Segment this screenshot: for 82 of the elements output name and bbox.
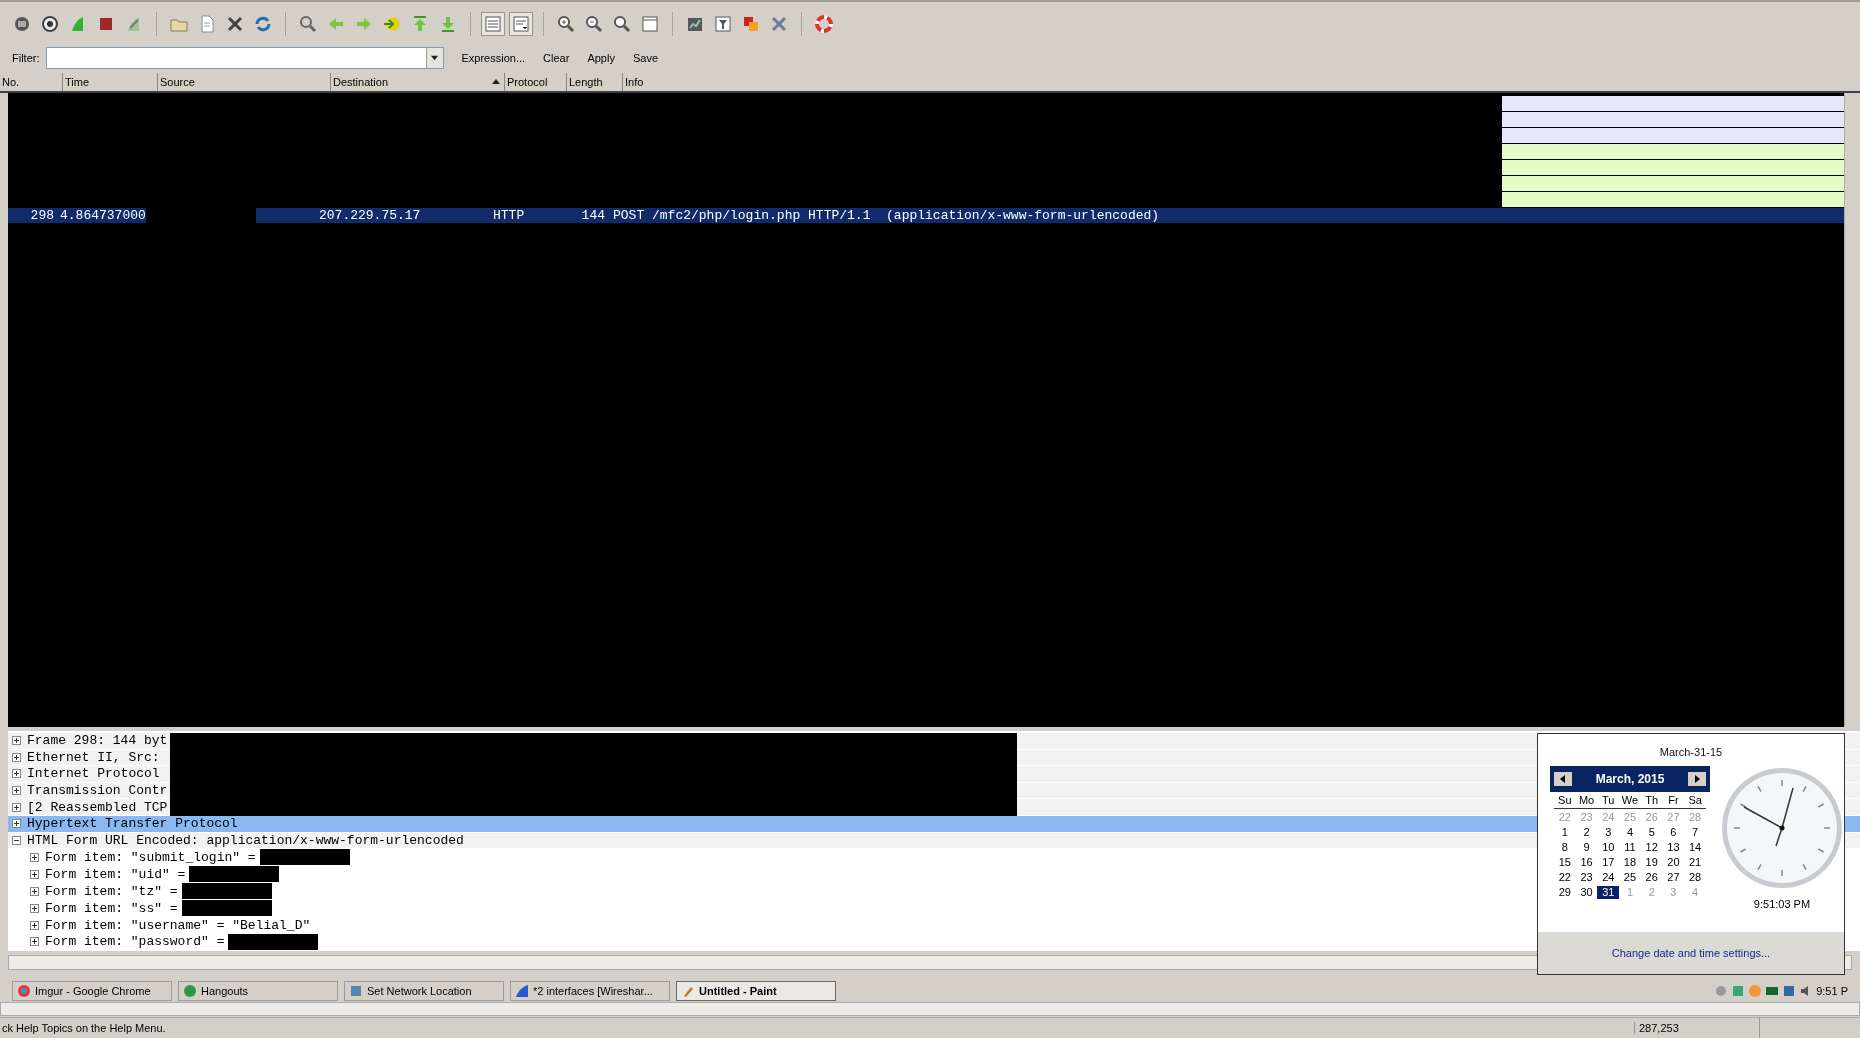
filter-button[interactable]: Apply (587, 52, 615, 65)
weekday-label: Su (1554, 794, 1576, 809)
window-icon[interactable] (640, 13, 660, 34)
calendar-day[interactable]: 29 (1554, 886, 1576, 899)
taskbar-button[interactable]: Hangouts (178, 980, 338, 1001)
expand-toggle-icon[interactable] (12, 736, 21, 746)
tray-icon[interactable] (1782, 983, 1797, 998)
expand-toggle-icon[interactable] (30, 886, 39, 896)
cursor-coordinates: 287,253 (1634, 1022, 1759, 1035)
calendar-day[interactable]: 20 (1662, 856, 1685, 869)
dropdown-arrow-icon[interactable] (430, 54, 439, 63)
column-header[interactable]: Source (157, 73, 330, 91)
taskbar-button[interactable]: Imgur - Google Chrome (12, 980, 172, 1001)
column-header[interactable]: Destination (330, 73, 504, 91)
column-header[interactable]: Protocol (504, 73, 566, 91)
circle-icon (17, 983, 31, 998)
scrollbar[interactable] (0, 1002, 1860, 1017)
weekday-label: Sa (1684, 794, 1706, 809)
calendar-day[interactable]: 17 (1597, 856, 1620, 869)
expand-toggle-icon[interactable] (30, 852, 39, 862)
packet-row[interactable]: 298 4.864737000 207.229.75.17 HTTP 144 POST /mfc2/php/login.php HTTP/1.1 (application/x-www-form-urlencoded) (8, 207, 1844, 223)
text-lines-icon[interactable] (483, 13, 503, 34)
column-header[interactable]: Length (566, 73, 622, 91)
expand-toggle-icon[interactable] (12, 752, 21, 762)
filter-field[interactable] (45, 47, 444, 70)
weekday-label: Th (1640, 794, 1663, 809)
zoom-reset-icon[interactable] (612, 13, 632, 34)
calendar-day[interactable]: 24 (1597, 871, 1620, 884)
expand-toggle-icon[interactable] (30, 903, 39, 913)
expand-toggle-icon[interactable] (30, 920, 39, 930)
filter-button[interactable]: Expression... (461, 52, 526, 65)
expand-toggle-icon[interactable] (12, 769, 21, 779)
tray-clock[interactable]: 9:51 P (1816, 984, 1848, 997)
lifebuoy-icon[interactable] (814, 13, 834, 34)
calendar-day[interactable]: 22 (1554, 871, 1576, 884)
calendar-day[interactable]: 23 (1575, 871, 1598, 884)
clock-time: 9:51:03 PM (1753, 898, 1811, 910)
taskbar-button[interactable]: Set Network Location (344, 980, 504, 1001)
target-icon[interactable] (40, 13, 60, 34)
expand-toggle-icon[interactable] (30, 937, 39, 947)
calendar-day[interactable]: 28 (1684, 871, 1706, 884)
column-header[interactable]: No. (0, 73, 62, 91)
expand-toggle-icon[interactable] (12, 786, 21, 796)
calendar-day[interactable]: 16 (1575, 856, 1598, 869)
calendar-day[interactable]: 27 (1662, 871, 1685, 884)
calendar-day[interactable]: 19 (1640, 856, 1663, 869)
calendar-day[interactable]: 25 (1619, 871, 1641, 884)
fin-icon (515, 983, 529, 998)
weekday-label: Mo (1575, 794, 1598, 809)
filter-label: Filter: (12, 52, 40, 65)
scroll-icon[interactable] (511, 13, 531, 34)
funnel-icon[interactable] (713, 13, 733, 34)
scrollbar[interactable] (1844, 92, 1860, 727)
nav-button[interactable] (1688, 772, 1706, 786)
status-message: ck Help Topics on the Help Menu. (1, 1022, 167, 1035)
weekday-label: Fr (1662, 794, 1685, 809)
column-header[interactable]: Info (622, 73, 922, 91)
calendar-day[interactable]: 18 (1619, 856, 1641, 869)
calendar-day[interactable]: 30 (1575, 886, 1598, 899)
calendar-day[interactable]: 21 (1684, 856, 1706, 869)
calendar-day[interactable]: 15 (1554, 856, 1576, 869)
chat-icon (183, 983, 197, 998)
filter-button[interactable]: Clear (543, 52, 570, 65)
column-header[interactable]: Time (62, 73, 157, 91)
expand-toggle-icon[interactable] (12, 835, 21, 845)
taskbar-button[interactable]: *2 interfaces [Wireshar... (510, 980, 670, 1001)
expand-toggle-icon[interactable] (12, 802, 21, 812)
taskbar-button[interactable]: Untitled - Paint (676, 980, 836, 1001)
network-icon (349, 983, 363, 998)
search-icon[interactable] (298, 13, 318, 34)
expand-toggle-icon[interactable] (30, 869, 39, 879)
expand-toggle-icon[interactable] (12, 819, 21, 829)
nav-button[interactable] (1554, 772, 1572, 786)
calendar-day[interactable]: 31 (1597, 886, 1620, 899)
weekday-label: Tu (1597, 794, 1620, 809)
zoom-out-icon[interactable] (584, 13, 604, 34)
right-triangle-icon (1693, 775, 1701, 783)
zoom-in-icon[interactable] (556, 13, 576, 34)
filter-button[interactable]: Save (632, 52, 658, 65)
weekday-label: We (1619, 794, 1641, 809)
calendar-day[interactable]: 26 (1640, 871, 1663, 884)
left-triangle-icon (1559, 775, 1567, 783)
